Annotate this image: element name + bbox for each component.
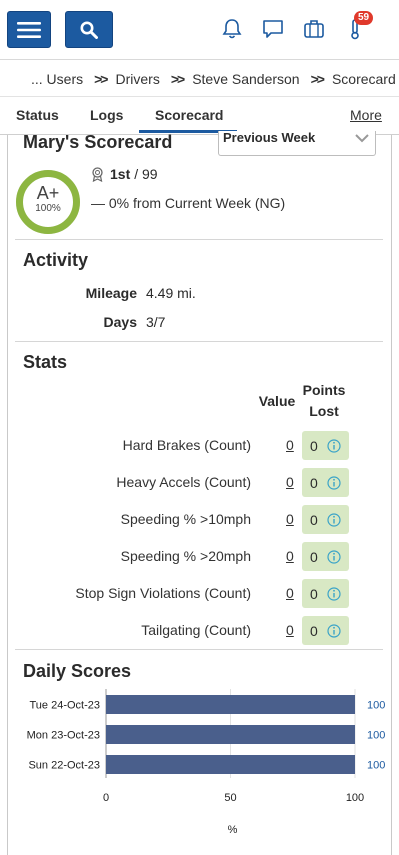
data-label: 100 — [367, 730, 385, 742]
stat-points-lost: 0 — [302, 579, 349, 608]
stat-label: Heavy Accels (Count) — [116, 474, 251, 490]
stat-value-link[interactable]: 0 — [286, 548, 294, 564]
mileage-value: 4.49 mi. — [146, 285, 196, 301]
x-axis-label: % — [228, 824, 238, 836]
briefcase-icon — [304, 20, 324, 38]
stat-points-lost: 0 — [302, 505, 349, 534]
tab-scorecard[interactable]: Scorecard — [155, 107, 223, 123]
info-icon[interactable] — [327, 623, 341, 638]
stats-points-header: Points Lost — [298, 380, 350, 422]
breadcrumb: ... Users >> Drivers >> Steve Sanderson … — [0, 61, 399, 97]
divider — [15, 649, 383, 650]
info-icon[interactable] — [327, 475, 341, 490]
stat-points-value: 0 — [310, 622, 318, 639]
stats-points-header-line2: Lost — [309, 403, 339, 419]
menu-button[interactable] — [7, 11, 51, 48]
breadcrumb-item-scorecard: Scorecard — [331, 70, 396, 87]
breadcrumb-item-drivers[interactable]: Drivers — [115, 71, 159, 87]
bar — [106, 695, 355, 714]
stats-value-header: Value — [258, 393, 296, 409]
bar — [106, 725, 355, 744]
divider — [15, 239, 383, 240]
tab-status[interactable]: Status — [16, 107, 59, 123]
days-label: Days — [103, 314, 137, 330]
chat-icon — [263, 20, 283, 38]
x-tick-label: 100 — [346, 792, 364, 804]
breadcrumb-item-driver-name[interactable]: Steve Sanderson — [192, 71, 299, 87]
breadcrumb-separator: >> — [94, 70, 108, 87]
chevron-down-icon — [355, 134, 369, 143]
stat-points-lost: 0 — [302, 542, 349, 571]
score-trend: — 0% from Current Week (NG) — [91, 195, 286, 211]
rank: 1st / 99 — [91, 166, 158, 182]
jobs-button[interactable] — [302, 17, 326, 41]
bell-icon — [222, 19, 242, 39]
stat-label: Speeding % >20mph — [120, 548, 251, 564]
period-select[interactable]: Previous Week — [218, 131, 376, 156]
tab-logs[interactable]: Logs — [90, 107, 123, 123]
stat-value-link[interactable]: 0 — [286, 511, 294, 527]
x-tick-label: 50 — [224, 792, 236, 804]
mileage-label: Mileage — [85, 285, 137, 301]
data-label: 100 — [367, 760, 385, 772]
notifications-button[interactable] — [220, 17, 244, 41]
rank-total: / 99 — [134, 166, 158, 182]
breadcrumb-separator: >> — [170, 70, 185, 87]
grade-letter: A+ — [36, 183, 60, 203]
breadcrumb-item-users[interactable]: ... Users — [31, 71, 83, 87]
top-bar: 59 — [0, 0, 399, 60]
hamburger-menu-icon — [17, 21, 41, 38]
stat-points-value: 0 — [310, 585, 318, 602]
stat-value-link[interactable]: 0 — [286, 585, 294, 601]
stat-label: Tailgating (Count) — [141, 622, 251, 638]
stat-points-lost: 0 — [302, 431, 349, 460]
data-label: 100 — [367, 700, 385, 712]
info-icon[interactable] — [327, 549, 341, 564]
stat-label: Speeding % >10mph — [120, 511, 251, 527]
scorecard-title: Mary's Scorecard — [23, 132, 173, 152]
x-tick-label: 0 — [103, 792, 109, 804]
stat-value-link[interactable]: 0 — [286, 622, 294, 638]
tab-more[interactable]: More — [350, 107, 382, 123]
stats-title: Stats — [23, 352, 68, 372]
award-icon — [92, 166, 103, 182]
stat-value-link[interactable]: 0 — [286, 437, 294, 453]
stat-points-value: 0 — [310, 548, 318, 565]
stat-points-value: 0 — [310, 511, 318, 528]
stats-points-header-line1: Points — [302, 382, 346, 398]
daily-scores-chart: Tue 24-Oct-23 100 Mon 23-Oct-23 100 Sun 22-O… — [27, 689, 385, 836]
stat-label: Hard Brakes (Count) — [122, 437, 251, 453]
search-button[interactable] — [65, 11, 113, 48]
bar — [106, 755, 355, 774]
info-icon[interactable] — [327, 512, 341, 527]
category-label: Mon 23-Oct-23 — [27, 730, 100, 742]
divider — [15, 341, 383, 342]
grade-percent: 100% — [35, 203, 61, 214]
stat-label: Stop Sign Violations (Count) — [75, 585, 251, 601]
days-value: 3/7 — [146, 314, 166, 330]
scorecard-panel: Mary's Scorecard Previous Week A+ 100% 1… — [7, 131, 392, 855]
stat-points-lost: 0 — [302, 468, 349, 497]
info-icon[interactable] — [327, 438, 341, 453]
period-select-value: Previous Week — [223, 130, 316, 145]
messages-button[interactable] — [261, 17, 285, 41]
rank-position: 1st — [110, 166, 131, 182]
stat-value-link[interactable]: 0 — [286, 474, 294, 490]
category-label: Sun 22-Oct-23 — [28, 760, 100, 772]
category-label: Tue 24-Oct-23 — [29, 700, 100, 712]
info-icon[interactable] — [327, 586, 341, 601]
stat-points-value: 0 — [310, 437, 318, 454]
notification-badge: 59 — [354, 11, 374, 25]
stat-points-value: 0 — [310, 474, 318, 491]
breadcrumb-separator: >> — [310, 70, 325, 87]
search-icon — [80, 21, 98, 39]
activity-title: Activity — [23, 250, 89, 270]
stat-points-lost: 0 — [302, 616, 349, 645]
